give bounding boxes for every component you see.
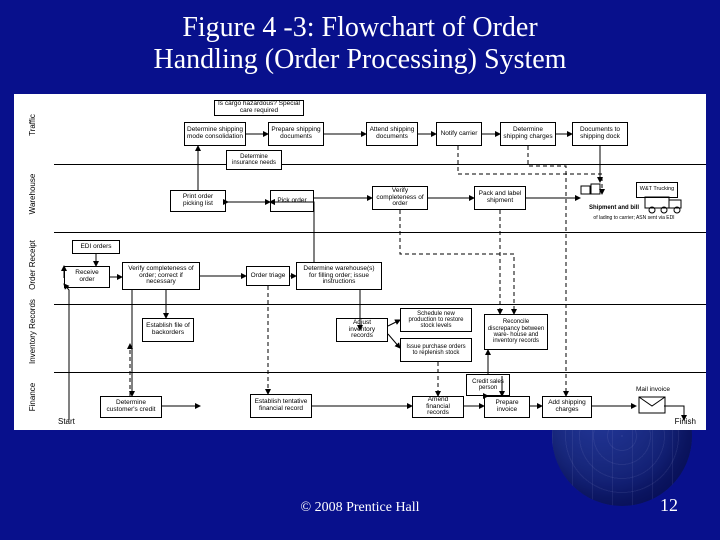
node-amend-records: Amend financial records <box>412 396 464 418</box>
envelope-icon <box>638 396 666 414</box>
node-issue-po: Issue purchase orders to replenish stock <box>400 338 472 362</box>
footer-copyright: © 2008 Prentice Hall <box>0 500 720 516</box>
lane-label-finance: Finance <box>28 372 37 422</box>
node-add-shipping: Add shipping charges <box>542 396 592 418</box>
page-number: 12 <box>660 495 678 516</box>
node-determine-warehouse: Determine warehouse(s) for filling order… <box>296 262 382 290</box>
title-line-1: Figure 4 -3: Flowchart of Order <box>182 12 537 43</box>
node-print-picklist: Print order picking list <box>170 190 226 212</box>
node-verify-completeness: Verify completeness of order; correct if… <box>122 262 200 290</box>
truck-icon <box>644 194 692 214</box>
packages-icon <box>580 182 602 200</box>
node-backorders: Establish file of backorders <box>142 318 194 342</box>
node-prepare-invoice: Prepare invoice <box>484 396 530 418</box>
node-pick-order: Pick order <box>270 190 314 212</box>
node-insurance: Determine insurance needs <box>226 150 282 170</box>
node-order-triage: Order triage <box>246 266 290 286</box>
node-bol-asn: of lading to carrier; ASN sent via EDI <box>569 214 699 224</box>
node-adjust-inventory: Adjust inventory records <box>336 318 388 342</box>
page-title: Figure 4 -3: Flowchart of Order Handling… <box>0 0 720 84</box>
node-mail-invoice: Mail invoice <box>628 384 678 396</box>
node-pack-label: Pack and label shipment <box>474 186 526 210</box>
node-hazardous: Is cargo hazardous? Special care require… <box>214 100 304 116</box>
node-docs-to-dock: Documents to shipping dock <box>572 122 628 146</box>
flowchart-diagram: Traffic Warehouse Order Receipt Inventor… <box>14 94 706 430</box>
title-line-2: Handling (Order Processing) System <box>154 44 567 75</box>
start-label: Start <box>58 417 75 426</box>
lane-label-traffic: Traffic <box>28 100 37 150</box>
lane-separator <box>54 232 706 233</box>
lane-separator <box>54 164 706 165</box>
finish-label: Finish <box>675 417 696 426</box>
node-shipment-bill: Shipment and bill <box>584 202 644 214</box>
presentation-slide: Figure 4 -3: Flowchart of Order Handling… <box>0 0 720 540</box>
node-attend-docs: Attend shipping documents <box>366 122 418 146</box>
lane-label-warehouse: Warehouse <box>28 164 37 224</box>
node-receive-order: Receive order <box>64 266 110 288</box>
node-schedule-production: Schedule new production to restore stock… <box>400 308 472 332</box>
node-prepare-docs: Prepare shipping documents <box>268 122 324 146</box>
lane-label-order-receipt: Order Receipt <box>28 236 37 294</box>
node-notify-carrier: Notify carrier <box>436 122 482 146</box>
node-shipping-charges: Determine shipping charges <box>500 122 556 146</box>
lane-separator <box>54 372 706 373</box>
node-verify-order-wh: Verify completeness of order <box>372 186 428 210</box>
node-shipping-mode: Determine shipping mode consolidation <box>184 122 246 146</box>
node-credit-salesperson: Credit sales person <box>466 374 510 396</box>
lane-separator <box>54 304 706 305</box>
node-tentative-record: Establish tentative financial record <box>250 394 312 418</box>
node-edi-orders: EDI orders <box>72 240 120 254</box>
lane-label-inventory: Inventory Records <box>28 304 37 364</box>
node-customer-credit: Determine customer's credit <box>100 396 162 418</box>
node-reconcile: Reconcile discrepancy between ware- hous… <box>484 314 548 350</box>
